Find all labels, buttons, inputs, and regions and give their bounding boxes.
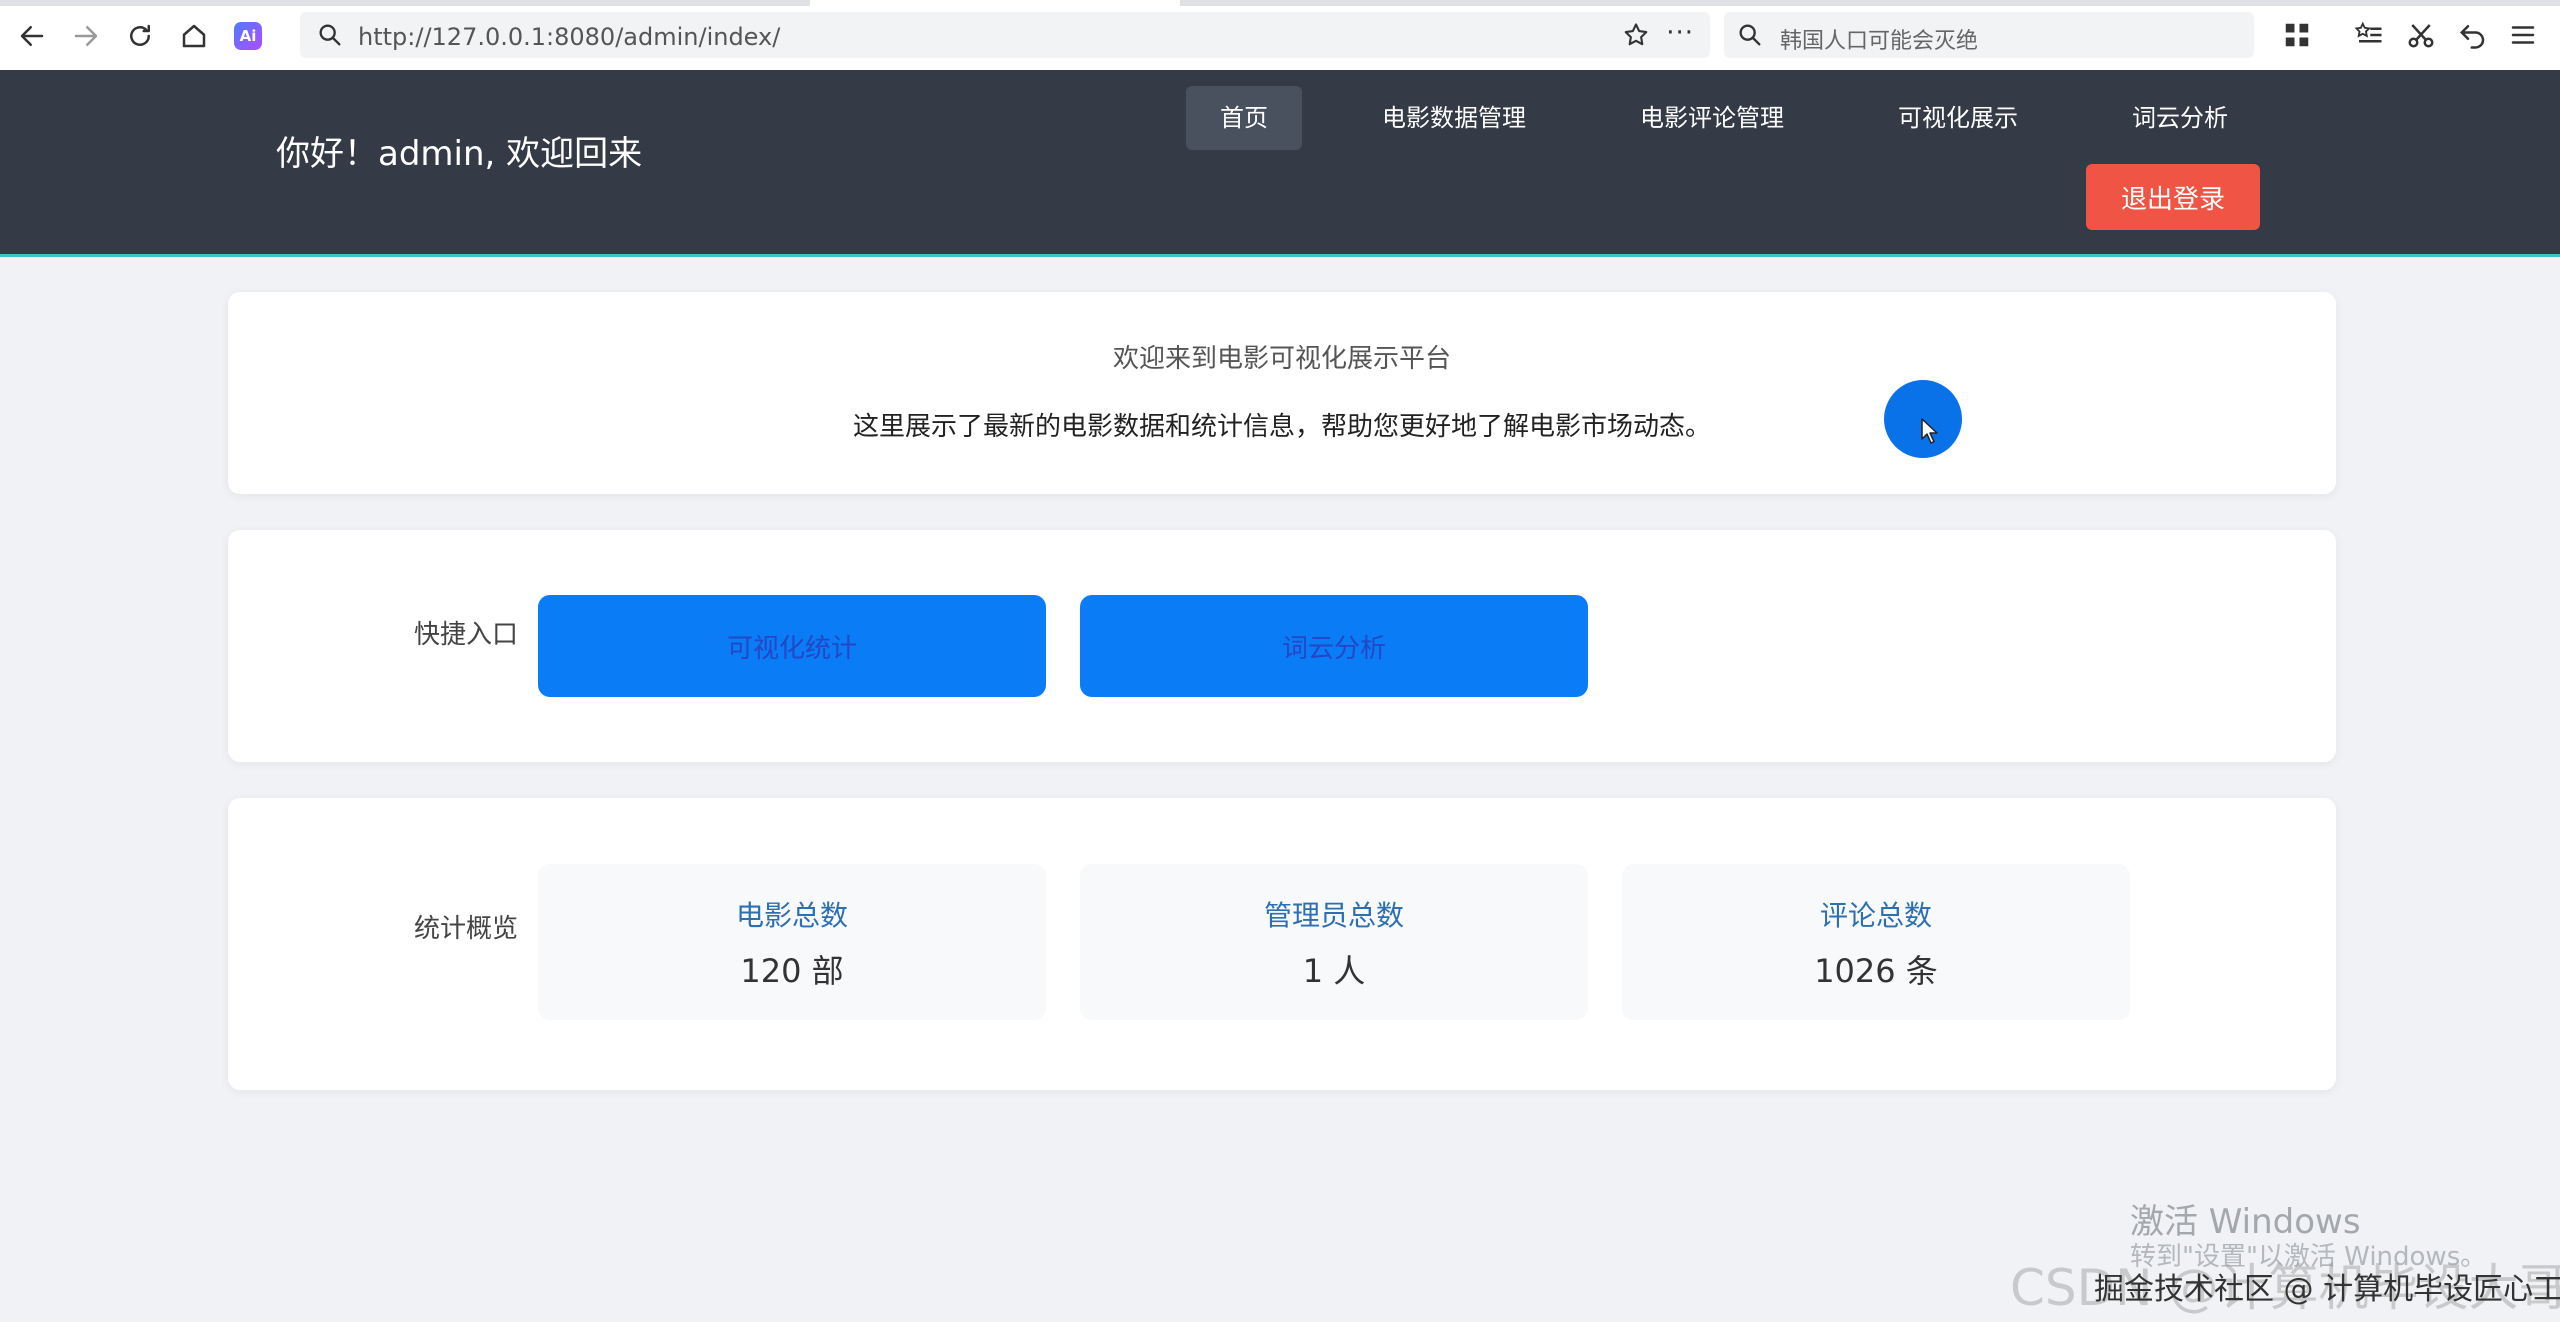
welcome-title: 欢迎来到电影可视化展示平台 — [1112, 344, 1451, 374]
stat-review-count: 评论总数 1026 条 — [1622, 864, 2130, 1020]
apps-grid-icon[interactable] — [2282, 20, 2312, 50]
more-options-icon[interactable]: ··· — [1666, 18, 1694, 48]
menu-icon[interactable] — [2508, 20, 2538, 50]
logout-button[interactable]: 退出登录 — [2086, 164, 2260, 230]
quick-entry-card: 快捷入口 可视化统计 词云分析 — [228, 530, 2336, 762]
home-icon[interactable] — [172, 14, 216, 58]
quick-entry-label: 快捷入口 — [414, 620, 519, 650]
bookmark-star-icon[interactable] — [1622, 21, 1650, 49]
juejin-watermark: 掘金技术社区 @ 计算机毕设匠心工作室 — [2094, 1272, 2560, 1307]
scissors-icon[interactable] — [2406, 20, 2436, 50]
browser-search-box[interactable]: 韩国人口可能会灭绝 — [1724, 12, 2254, 58]
stat-movie-count: 电影总数 120 部 — [538, 864, 1046, 1020]
visualization-stats-button[interactable]: 可视化统计 — [538, 595, 1046, 697]
stat-value: 1026 条 — [1814, 952, 1938, 990]
address-bar[interactable]: http://127.0.0.1:8080/admin/index/ ··· — [300, 12, 1710, 58]
stats-overview-label: 统计概览 — [414, 914, 519, 944]
stat-label: 电影总数 — [735, 899, 848, 932]
stat-value: 120 部 — [740, 952, 844, 990]
stat-label: 评论总数 — [1819, 899, 1932, 932]
nav-visualization[interactable]: 可视化展示 — [1864, 86, 2052, 150]
word-cloud-button[interactable]: 词云分析 — [1080, 595, 1588, 697]
stat-value: 1 人 — [1302, 952, 1366, 990]
tab-strip — [0, 0, 2560, 6]
nav-home[interactable]: 首页 — [1186, 86, 1302, 150]
browser-toolbar: Ai http://127.0.0.1:8080/admin/index/ ··… — [0, 0, 2560, 71]
welcome-greeting: 你好！admin, 欢迎回来 — [276, 134, 643, 174]
app-header: 你好！admin, 欢迎回来 首页 电影数据管理 电影评论管理 可视化展示 词云… — [0, 70, 2560, 257]
mouse-pointer-icon — [1921, 418, 1938, 444]
search-icon — [319, 24, 341, 46]
undo-icon[interactable] — [2458, 20, 2488, 50]
welcome-description: 这里展示了最新的电影数据和统计信息，帮助您更好地了解电影市场动态。 — [852, 412, 1711, 442]
nav-movie-review-management[interactable]: 电影评论管理 — [1606, 86, 1818, 150]
welcome-card: 欢迎来到电影可视化展示平台 这里展示了最新的电影数据和统计信息，帮助您更好地了解… — [228, 292, 2336, 494]
ai-assistant-icon[interactable]: Ai — [234, 22, 262, 50]
nav-movie-data-management[interactable]: 电影数据管理 — [1348, 86, 1560, 150]
back-icon[interactable] — [10, 14, 54, 58]
nav-word-cloud[interactable]: 词云分析 — [2098, 86, 2262, 150]
forward-icon[interactable] — [64, 14, 108, 58]
reload-icon[interactable] — [118, 14, 162, 58]
stats-overview-card: 统计概览 电影总数 120 部 管理员总数 1 人 评论总数 1026 条 — [228, 798, 2336, 1090]
search-icon — [1739, 24, 1761, 46]
stat-label: 管理员总数 — [1263, 899, 1404, 932]
stat-admin-count: 管理员总数 1 人 — [1080, 864, 1588, 1020]
favorites-list-icon[interactable] — [2354, 20, 2384, 50]
search-suggestion-text[interactable]: 韩国人口可能会灭绝 — [1780, 23, 1978, 55]
url-text[interactable]: http://127.0.0.1:8080/admin/index/ — [358, 23, 780, 51]
active-tab[interactable] — [810, 0, 1180, 6]
